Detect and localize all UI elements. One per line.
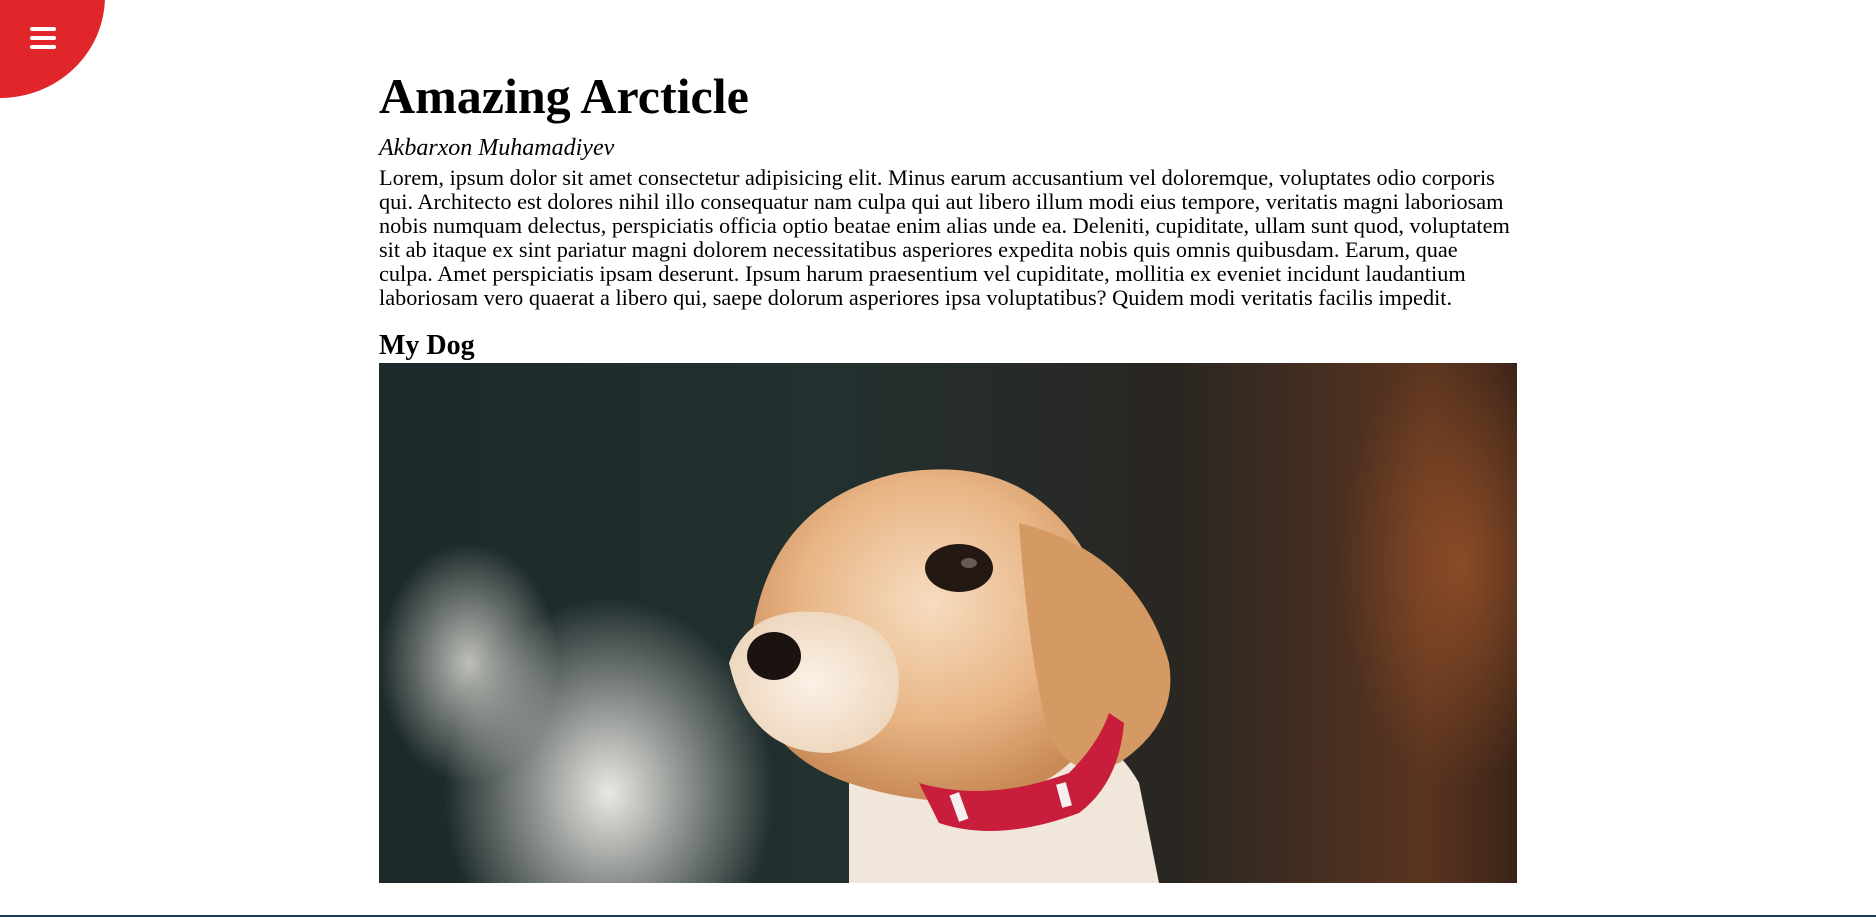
section-heading: My Dog xyxy=(379,330,475,361)
article: Amazing Arcticle Akbarxon Muhamadiyev Lo… xyxy=(379,66,1517,883)
article-title: Amazing Arcticle xyxy=(379,68,749,124)
hamburger-menu-icon xyxy=(30,27,56,51)
article-author: Akbarxon Muhamadiyev xyxy=(379,135,615,161)
menu-button[interactable] xyxy=(0,0,105,98)
article-body: Lorem, ipsum dolor sit amet consectetur … xyxy=(379,165,1510,310)
dog-illustration xyxy=(729,469,1171,883)
dog-photo xyxy=(379,363,1517,883)
page: Amazing Arcticle Akbarxon Muhamadiyev Lo… xyxy=(0,0,1876,917)
